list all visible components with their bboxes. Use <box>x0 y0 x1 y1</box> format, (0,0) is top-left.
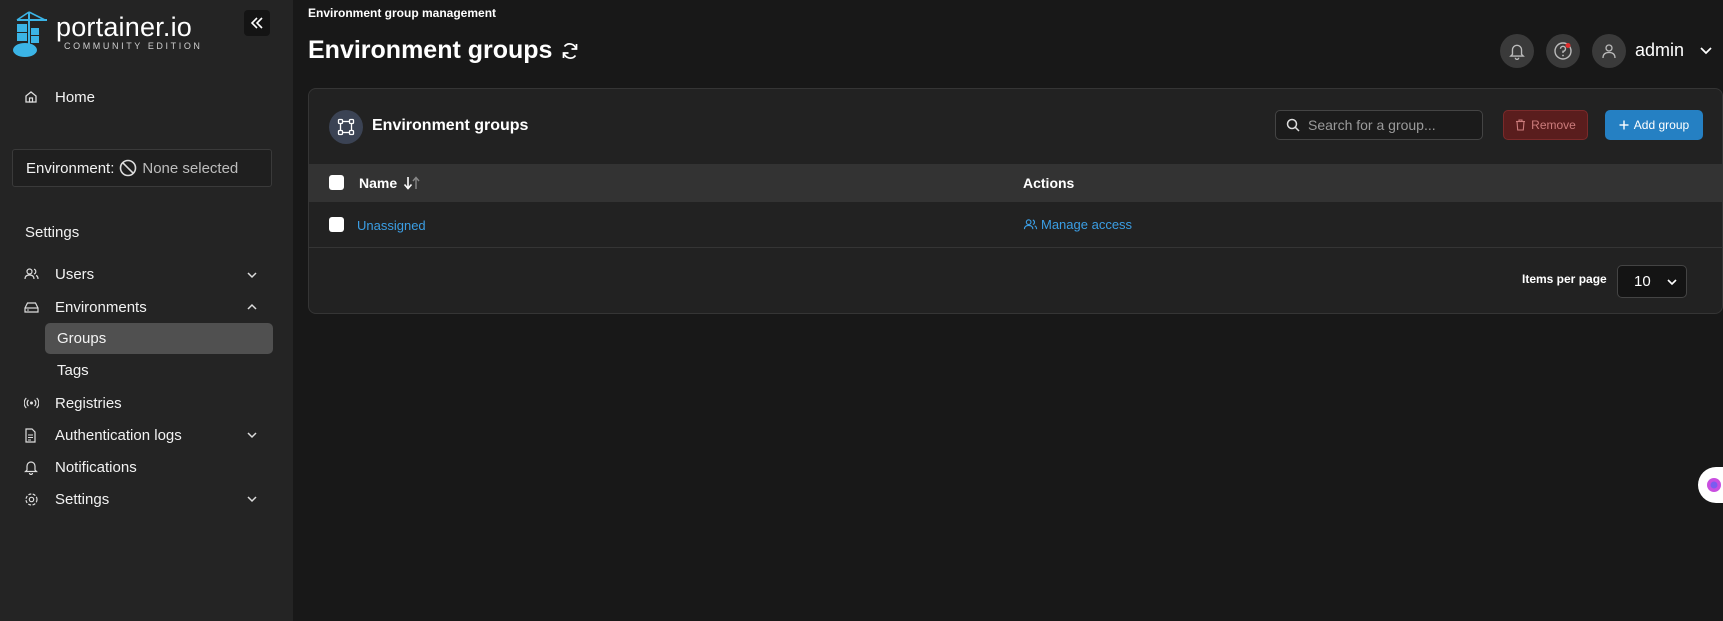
items-per-page-select[interactable]: 10 <box>1617 265 1687 298</box>
manage-access-link[interactable]: Manage access <box>1023 217 1132 232</box>
chevron-down-icon[interactable] <box>245 268 259 282</box>
chevron-up-icon[interactable] <box>245 300 259 314</box>
column-header-label: Name <box>359 175 398 191</box>
select-all-checkbox[interactable] <box>329 175 344 190</box>
sidebar: portainer.io COMMUNITY EDITION Home Envi… <box>0 0 293 621</box>
environment-selector[interactable]: Environment: None selected <box>12 149 272 187</box>
sidebar-item-registries[interactable]: Registries <box>24 391 122 415</box>
sidebar-subitem-tags[interactable]: Tags <box>45 355 273 386</box>
page-title-text: Environment groups <box>308 36 553 64</box>
help-circle-icon <box>1554 42 1572 60</box>
trash-icon <box>1515 119 1526 131</box>
home-icon <box>24 89 40 105</box>
chevron-down-icon <box>1667 279 1677 286</box>
add-group-button-label: Add group <box>1633 118 1690 132</box>
column-header-name[interactable]: Name <box>359 175 421 191</box>
group-name-link[interactable]: Unassigned <box>357 218 426 233</box>
search-icon <box>1286 118 1300 132</box>
portainer-logo-icon <box>13 11 47 57</box>
app-root: portainer.io COMMUNITY EDITION Home Envi… <box>0 0 1723 621</box>
user-icon <box>1602 44 1616 59</box>
sidebar-item-label: Authentication logs <box>55 426 182 444</box>
assistant-icon <box>1707 478 1721 492</box>
card-icon <box>329 110 363 144</box>
environment-label: Environment: <box>26 159 115 177</box>
chevron-down-icon[interactable] <box>245 492 259 506</box>
sidebar-item-users[interactable]: Users <box>24 262 94 286</box>
users-icon <box>24 266 40 282</box>
sidebar-item-label: Notifications <box>55 458 137 476</box>
environment-value: None selected <box>142 159 239 177</box>
brand[interactable]: portainer.io COMMUNITY EDITION <box>11 10 203 58</box>
sidebar-item-label: Settings <box>55 490 110 508</box>
search-input[interactable] <box>1308 117 1478 133</box>
table-row: Unassigned Manage access <box>309 202 1722 248</box>
sidebar-subitem-label: Tags <box>57 362 89 379</box>
sidebar-item-authentication-logs[interactable]: Authentication logs <box>24 423 182 447</box>
refresh-icon[interactable] <box>560 41 580 61</box>
sidebar-item-label: Users <box>55 265 95 283</box>
sidebar-section-title: Settings <box>25 224 80 241</box>
bell-icon <box>1509 44 1525 60</box>
row-checkbox[interactable] <box>329 217 344 232</box>
sidebar-item-home[interactable]: Home <box>24 85 95 109</box>
floating-assistant-button[interactable] <box>1698 467 1723 503</box>
sidebar-item-notifications[interactable]: Notifications <box>24 455 137 479</box>
user-avatar[interactable] <box>1592 34 1626 68</box>
hard-drive-icon <box>24 299 40 315</box>
file-text-icon <box>24 427 40 443</box>
help-button[interactable] <box>1546 34 1580 68</box>
breadcrumb: Environment group management <box>308 6 497 20</box>
group-frame-icon <box>337 118 355 136</box>
ban-icon <box>120 159 137 177</box>
sort-icon <box>404 176 420 190</box>
sidebar-item-settings[interactable]: Settings <box>24 487 109 511</box>
radio-icon <box>24 395 40 411</box>
add-group-button[interactable]: Add group <box>1605 110 1703 140</box>
column-header-actions: Actions <box>1023 175 1075 191</box>
chevrons-left-icon <box>250 17 263 29</box>
page-title: Environment groups <box>308 36 580 65</box>
gear-icon <box>24 491 40 507</box>
collapse-sidebar-button[interactable] <box>244 10 270 36</box>
table-header: Name Actions <box>309 164 1722 202</box>
chevron-down-icon[interactable] <box>245 428 259 442</box>
notifications-button[interactable] <box>1500 34 1534 68</box>
remove-button[interactable]: Remove <box>1503 110 1588 140</box>
user-name[interactable]: admin <box>1635 40 1684 61</box>
brand-name: portainer.io <box>56 12 192 42</box>
bell-icon <box>24 459 40 475</box>
sidebar-item-label: Environments <box>55 298 147 316</box>
sidebar-item-label: Registries <box>55 394 122 412</box>
sidebar-subitem-groups[interactable]: Groups <box>45 323 273 354</box>
environment-groups-card: Environment groups Remove Add group N <box>308 88 1723 314</box>
brand-edition: COMMUNITY EDITION <box>64 41 203 51</box>
items-per-page-label: Items per page <box>1522 272 1607 286</box>
users-icon <box>1023 219 1038 230</box>
sidebar-item-environments[interactable]: Environments <box>24 295 147 319</box>
card-title: Environment groups <box>372 117 529 134</box>
sidebar-item-label: Home <box>55 88 96 106</box>
items-per-page-value: 10 <box>1634 273 1651 290</box>
chevron-down-icon[interactable] <box>1699 44 1713 58</box>
remove-button-label: Remove <box>1531 118 1576 132</box>
plus-icon <box>1619 120 1629 130</box>
manage-access-label: Manage access <box>1041 217 1133 232</box>
sidebar-subitem-label: Groups <box>57 330 107 347</box>
search-box[interactable] <box>1275 110 1483 140</box>
